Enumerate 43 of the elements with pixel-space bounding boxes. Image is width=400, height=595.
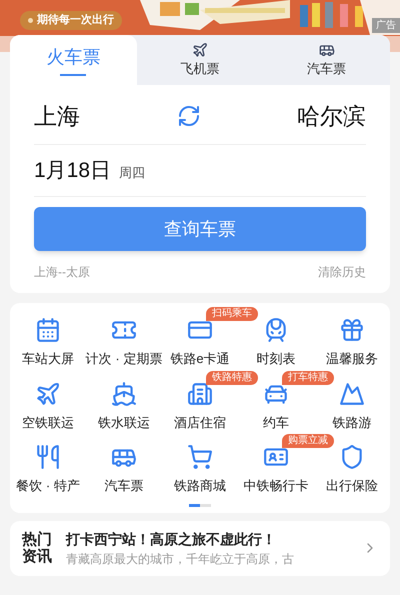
service-label[interactable]: 车站大屏: [22, 349, 74, 368]
cart-icon[interactable]: [187, 444, 213, 470]
news-card[interactable]: 热门资讯 打卡西宁站！高原之旅不虚此行！ 青藏高原最大的城市，千年屹立于高原，古: [10, 520, 390, 576]
utensils-icon[interactable]: [35, 444, 61, 470]
service-label[interactable]: 铁路商城: [174, 476, 226, 496]
news-title: 打卡西宁站！高原之旅不虚此行！: [66, 530, 277, 548]
news-label: 热门资讯: [22, 531, 53, 565]
ship-icon[interactable]: [111, 380, 137, 406]
news-summary: 青藏高原最大的城市，千年屹立于高原，古: [66, 550, 295, 568]
service-label[interactable]: 铁水联运: [98, 412, 150, 432]
service-label[interactable]: 汽车票: [104, 476, 144, 496]
departure-city[interactable]: 上海: [34, 99, 80, 134]
service-label[interactable]: 中铁畅行卡: [244, 476, 308, 496]
promo-badge: 铁路特惠: [206, 370, 258, 384]
mountain-icon[interactable]: [339, 380, 365, 406]
plane-icon: [192, 42, 208, 58]
ticket-tab[interactable]: 飞机票: [136, 35, 264, 85]
service-label[interactable]: 空铁联运: [22, 412, 74, 432]
promo-badge: 打车特惠: [282, 370, 334, 384]
promo-badge: 扫码乘车: [206, 307, 258, 321]
building-icon[interactable]: [187, 380, 213, 406]
ad-label: 广告: [372, 18, 400, 33]
tab-underline: [60, 74, 86, 76]
service-label[interactable]: 计次 · 定期票: [86, 349, 162, 368]
ticket-tab[interactable]: 汽车票: [263, 35, 390, 85]
service-label[interactable]: 酒店住宿: [174, 412, 226, 432]
service-label[interactable]: 铁路游: [332, 412, 372, 432]
service-label[interactable]: 温馨服务: [326, 349, 378, 368]
calendar-icon[interactable]: [35, 317, 61, 343]
slogan-badge: 期待每一次出行: [20, 11, 122, 30]
promo-badge: 购票立减: [282, 434, 334, 448]
swap-icon[interactable]: [176, 104, 200, 128]
arrival-city[interactable]: 哈尔滨: [297, 99, 366, 134]
service-label[interactable]: 出行保险: [326, 476, 378, 496]
gift-icon[interactable]: [339, 317, 365, 343]
service-label[interactable]: 时刻表: [256, 349, 296, 368]
travel-date[interactable]: 1月18日: [34, 154, 112, 186]
ticket-tab[interactable]: 火车票: [10, 35, 137, 85]
plane-icon[interactable]: [35, 380, 61, 406]
service-label[interactable]: 约车: [263, 412, 289, 432]
service-label[interactable]: 铁路e卡通: [170, 349, 230, 368]
weekday-label: 周四: [119, 164, 146, 182]
service-label[interactable]: 餐饮 · 特产: [16, 476, 80, 496]
